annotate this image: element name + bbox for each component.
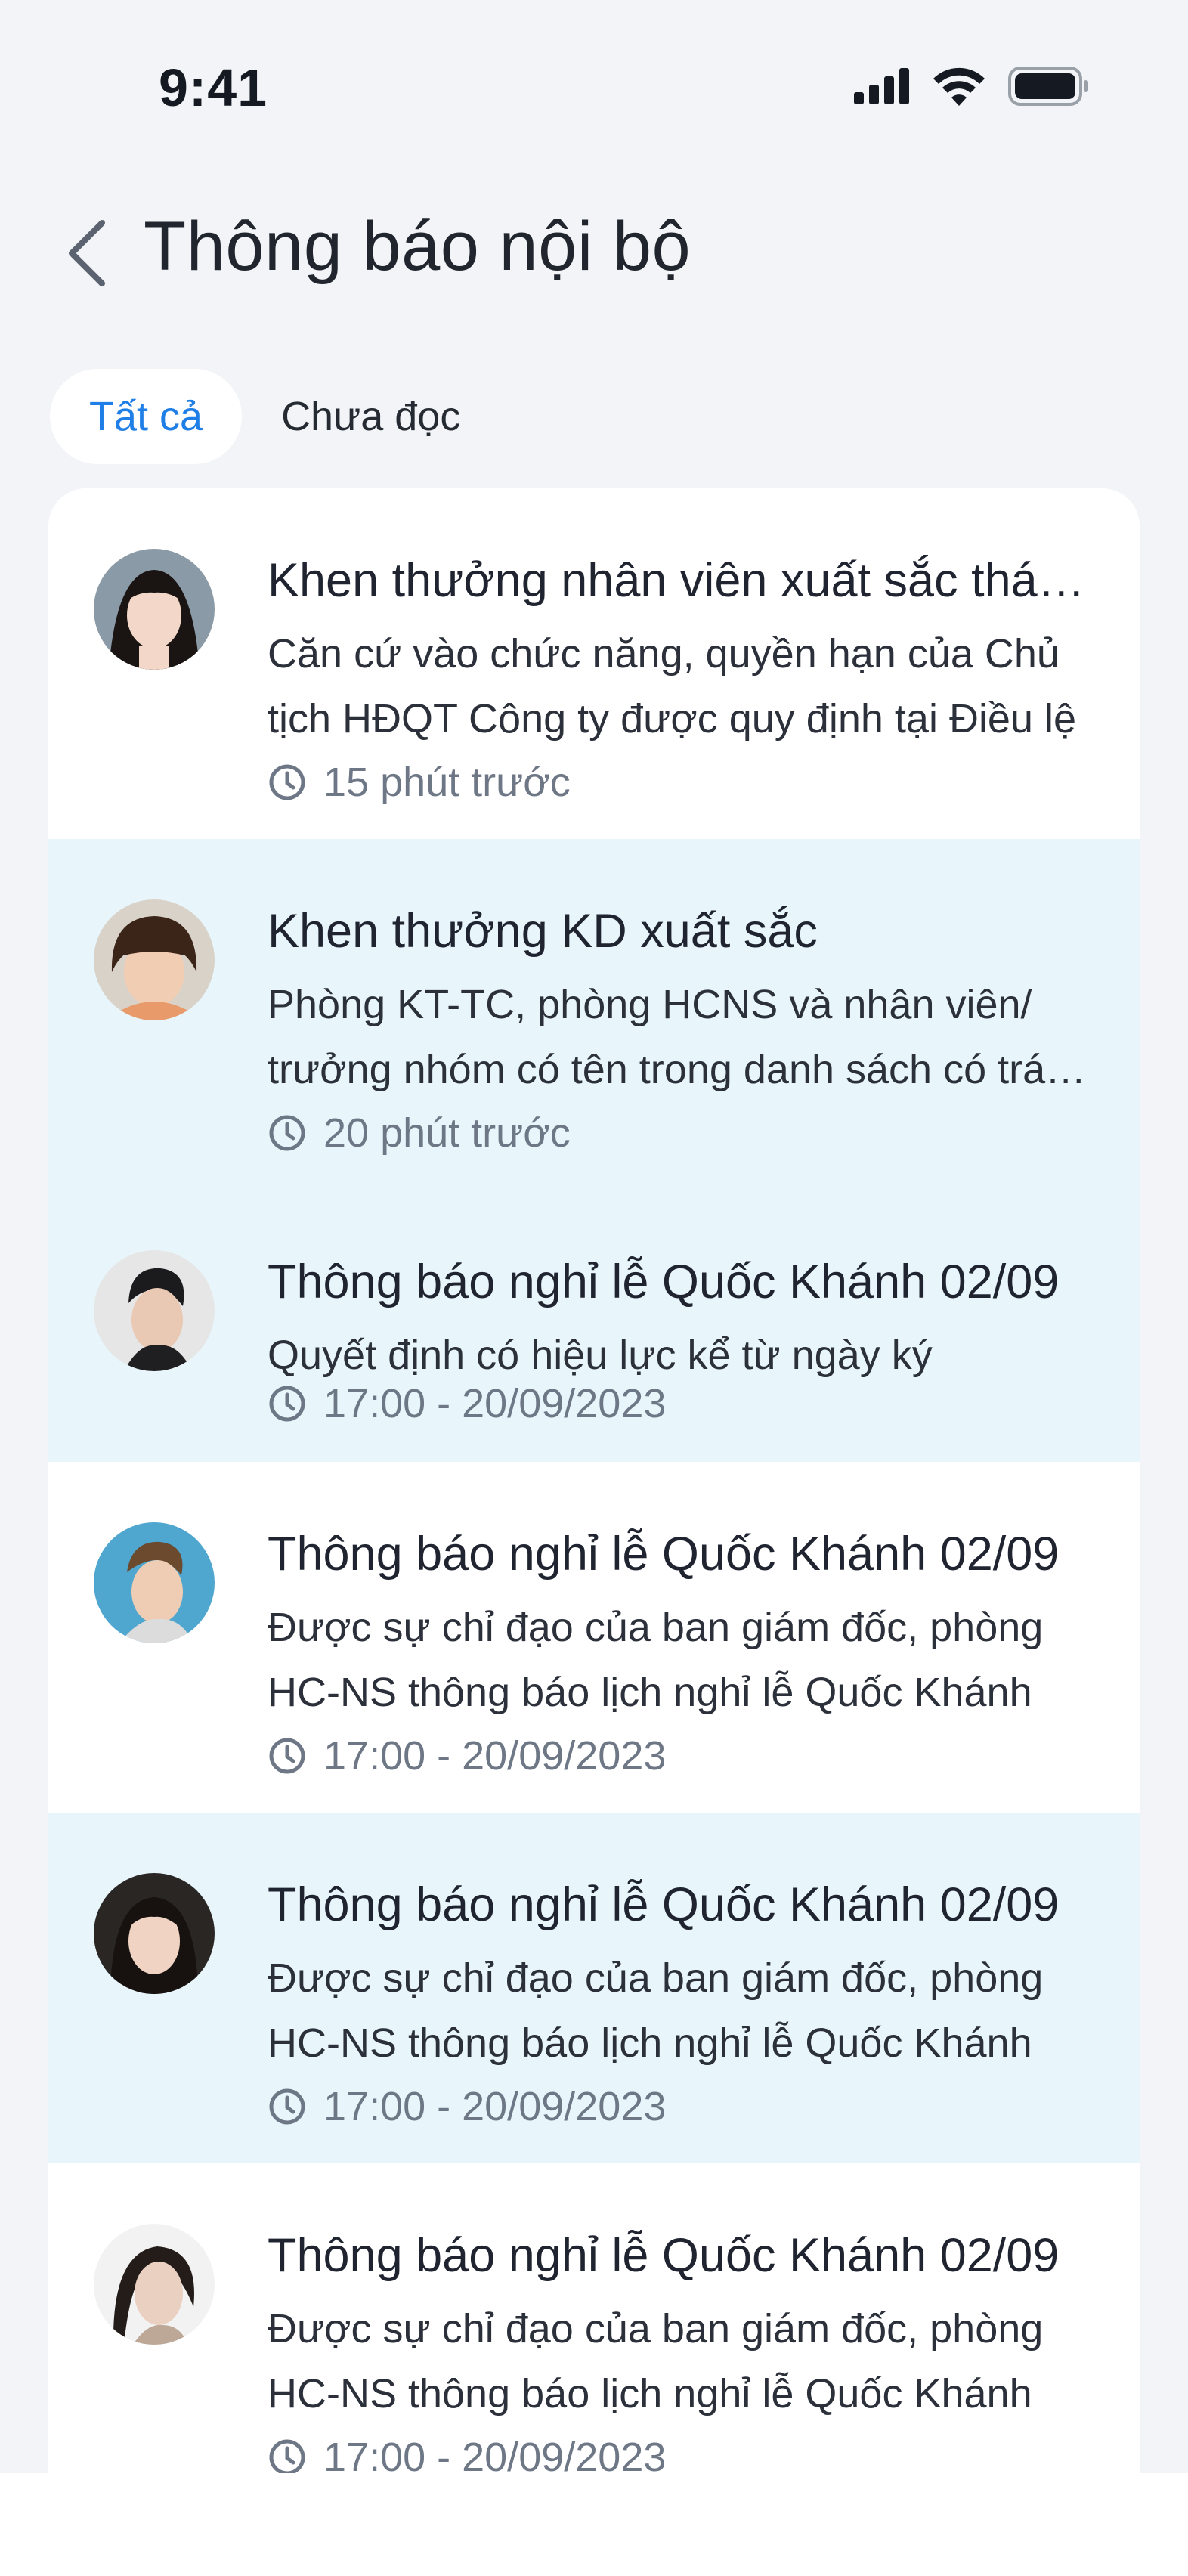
wifi-icon xyxy=(933,67,985,106)
clock-icon xyxy=(269,2439,305,2475)
time-label: 20 phút trước xyxy=(323,1110,571,1156)
notification-time: 15 phút trước xyxy=(268,759,571,806)
notification-title: Thông báo nghỉ lễ Quốc Khánh 02/09 xyxy=(268,1878,1060,1931)
avatar xyxy=(94,1873,215,1994)
notification-body: Quyết định có hiệu lực kể từ ngày ký xyxy=(268,1333,933,1378)
status-bar: 9:41 xyxy=(0,0,1188,174)
avatar xyxy=(94,549,215,670)
time-label: 17:00 - 20/09/2023 xyxy=(323,1733,667,1779)
cellular-signal-icon xyxy=(854,68,909,104)
notification-title: Thông báo nghỉ lễ Quốc Khánh 02/09 xyxy=(268,2229,1060,2282)
chevron-left-icon xyxy=(69,220,105,286)
notification-body: Được sự chỉ đạo của ban giám đốc, phòng … xyxy=(268,1605,1044,1715)
avatar xyxy=(94,899,215,1020)
notification-title: Thông báo nghỉ lễ Quốc Khánh 02/09 xyxy=(268,1528,1060,1581)
time-label: 17:00 - 20/09/2023 xyxy=(323,1381,667,1426)
tab-unread[interactable]: Chưa đọc xyxy=(242,369,500,464)
notification-item[interactable]: Thông báo nghỉ lễ Quốc Khánh 02/09 Quyết… xyxy=(48,1190,1140,1462)
notification-body: Được sự chỉ đạo của ban giám đốc, phòng … xyxy=(268,1955,1044,2066)
notification-body: Được sự chỉ đạo của ban giám đốc, phòng … xyxy=(268,2306,1044,2417)
time-label: 17:00 - 20/09/2023 xyxy=(323,2084,667,2129)
notification-title: Thông báo nghỉ lễ Quốc Khánh 02/09 xyxy=(268,1255,1060,1308)
notification-time: 17:00 - 20/09/2023 xyxy=(268,2083,666,2130)
notification-item[interactable]: Khen thưởng KD xuất sắc Phòng KT-TC, phò… xyxy=(48,839,1140,1190)
notification-body: Phòng KT-TC, phòng HCNS và nhân viên/ tr… xyxy=(268,982,1089,1092)
notification-time: 17:00 - 20/09/2023 xyxy=(268,1380,666,1427)
page-title: Thông báo nội bộ xyxy=(144,208,691,285)
notification-title: Khen thưởng nhân viên xuất sắc tháng 8/2… xyxy=(268,554,1091,607)
clock-icon xyxy=(269,1115,305,1151)
time-label: 15 phút trước xyxy=(323,760,571,805)
notification-item[interactable]: Thông báo nghỉ lễ Quốc Khánh 02/09 Được … xyxy=(48,2163,1140,2514)
avatar xyxy=(94,2224,215,2345)
clock-icon xyxy=(269,2088,305,2125)
notification-list: Khen thưởng nhân viên xuất sắc tháng 8/2… xyxy=(48,488,1140,2576)
tab-all[interactable]: Tất cả xyxy=(50,369,243,464)
notification-title: Khen thưởng KD xuất sắc xyxy=(268,905,818,958)
clock-icon xyxy=(269,764,305,800)
tab-bar: Tất cả Chưa đọc xyxy=(50,369,500,464)
notification-item[interactable]: Thông báo nghỉ lễ Quốc Khánh 02/09 Được … xyxy=(48,1813,1140,2163)
notification-time: 17:00 - 20/09/2023 xyxy=(268,1732,666,1779)
notification-item[interactable]: Khen thưởng nhân viên xuất sắc tháng 8/2… xyxy=(48,488,1140,839)
status-icons xyxy=(854,67,1090,106)
notification-body: Căn cứ vào chức năng, quyền hạn của Chủ … xyxy=(268,631,1077,742)
notification-time: 20 phút trước xyxy=(268,1110,571,1156)
avatar xyxy=(94,1250,215,1371)
notification-item[interactable]: Thông báo nghỉ lễ Quốc Khánh 02/09 Được … xyxy=(48,1462,1140,1813)
avatar xyxy=(94,1522,215,1643)
clock-icon xyxy=(269,1386,305,1422)
clock-icon xyxy=(269,1738,305,1774)
battery-icon xyxy=(1008,67,1088,106)
header: Thông báo nội bộ xyxy=(0,197,1188,302)
bottom-safe-area xyxy=(0,2473,1188,2576)
back-button[interactable] xyxy=(53,212,121,295)
status-time: 9:41 xyxy=(159,58,268,117)
